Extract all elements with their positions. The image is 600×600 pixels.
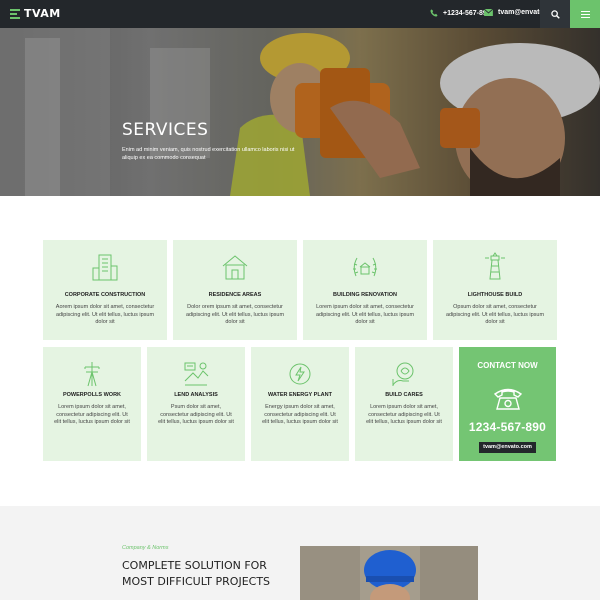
service-title: CORPORATE CONSTRUCTION bbox=[64, 292, 146, 298]
contact-title: CONTACT NOW bbox=[477, 361, 538, 370]
service-description: Energy ipsum dolor sit amet, consectetur… bbox=[262, 404, 338, 425]
service-title: WATER ENERGY PLANT bbox=[268, 392, 332, 398]
telephone-icon bbox=[493, 388, 523, 410]
service-card[interactable]: LIGHTHOUSE BUILD Opsum dolor sit amet, c… bbox=[433, 240, 557, 340]
section-label: Company & Norms bbox=[122, 545, 169, 551]
section-title-line-2: MOST DIFFICULT PROJECTS bbox=[122, 575, 271, 588]
service-title: BUILD CARES bbox=[385, 392, 423, 398]
service-description: Lorem ipsum dolor sit amet, consectetur … bbox=[54, 404, 130, 425]
service-title: RESIDENCE AREAS bbox=[208, 292, 262, 298]
worker-image bbox=[300, 546, 478, 600]
service-card[interactable]: LEND ANALYSIS Psum dolor sit amet, conse… bbox=[147, 347, 245, 461]
lighthouse-icon bbox=[485, 252, 505, 280]
house-icon bbox=[222, 255, 248, 280]
service-title: BUILDING RENOVATION bbox=[333, 292, 397, 298]
service-title: POWERPOLLS WORK bbox=[62, 392, 122, 398]
building-icon bbox=[92, 254, 118, 281]
power-pole-icon bbox=[84, 362, 100, 387]
service-description: Psum dolor sit amet, consectetur adipisc… bbox=[158, 404, 234, 425]
hero-subtitle: Enim ad minim veniam, quis nostrud exerc… bbox=[122, 147, 295, 161]
phone-icon bbox=[430, 9, 438, 17]
hamburger-icon bbox=[580, 10, 590, 18]
care-icon bbox=[392, 362, 414, 386]
service-card[interactable]: RESIDENCE AREAS Dolor orem ipsum sit ame… bbox=[173, 240, 297, 340]
section-title-line-1: COMPLETE SOLUTION FOR bbox=[122, 559, 267, 572]
section-title: COMPLETE SOLUTION FOR MOST DIFFICULT PRO… bbox=[122, 558, 282, 590]
energy-icon bbox=[289, 363, 311, 385]
service-card[interactable]: BUILDING RENOVATION Lorem ipsum dolor si… bbox=[303, 240, 427, 340]
contact-card[interactable]: CONTACT NOW 1234-567-890 tvam@envato.com bbox=[459, 347, 556, 461]
contact-email-badge[interactable]: tvam@envato.com bbox=[479, 442, 536, 453]
service-description: Aorem ipsum dolor sit amet, consectetur … bbox=[55, 304, 155, 325]
hero-banner: SERVICES Enim ad minim veniam, quis nost… bbox=[0, 28, 600, 196]
menu-button[interactable] bbox=[570, 0, 600, 28]
service-description: Dolor orem ipsum sit amet, consectetur a… bbox=[185, 304, 285, 325]
service-card[interactable]: WATER ENERGY PLANT Energy ipsum dolor si… bbox=[251, 347, 349, 461]
search-button[interactable] bbox=[540, 0, 570, 28]
worker-photo bbox=[300, 546, 478, 600]
hero-overlay bbox=[0, 28, 600, 196]
logo-icon bbox=[10, 8, 20, 20]
logo-text: TVAM bbox=[24, 7, 61, 20]
top-bar: TVAM +1234-567-890 tvam@envato.com bbox=[0, 0, 600, 28]
service-title: LEND ANALYSIS bbox=[174, 392, 218, 398]
service-card[interactable]: BUILD CARES Lorem ipsum dolor sit amet, … bbox=[355, 347, 453, 461]
contact-phone[interactable]: 1234-567-890 bbox=[459, 420, 556, 434]
land-analysis-icon bbox=[184, 362, 209, 386]
envelope-icon bbox=[484, 9, 493, 16]
topbar-phone[interactable]: +1234-567-890 bbox=[430, 9, 491, 17]
service-description: Lorem ipsum dolor sit amet, consectetur … bbox=[315, 304, 415, 325]
search-icon bbox=[550, 9, 560, 19]
service-card[interactable]: CORPORATE CONSTRUCTION Aorem ipsum dolor… bbox=[43, 240, 167, 340]
service-description: Opsum dolor sit amet, consectetur adipis… bbox=[445, 304, 545, 325]
service-description: Lorem ipsum dolor sit amet, consectetur … bbox=[366, 404, 442, 425]
logo[interactable]: TVAM bbox=[10, 7, 61, 20]
service-card[interactable]: POWERPOLLS WORK Lorem ipsum dolor sit am… bbox=[43, 347, 141, 461]
page-title: SERVICES bbox=[122, 120, 209, 140]
service-title: LIGHTHOUSE BUILD bbox=[467, 292, 523, 298]
laurel-house-icon bbox=[353, 257, 377, 277]
